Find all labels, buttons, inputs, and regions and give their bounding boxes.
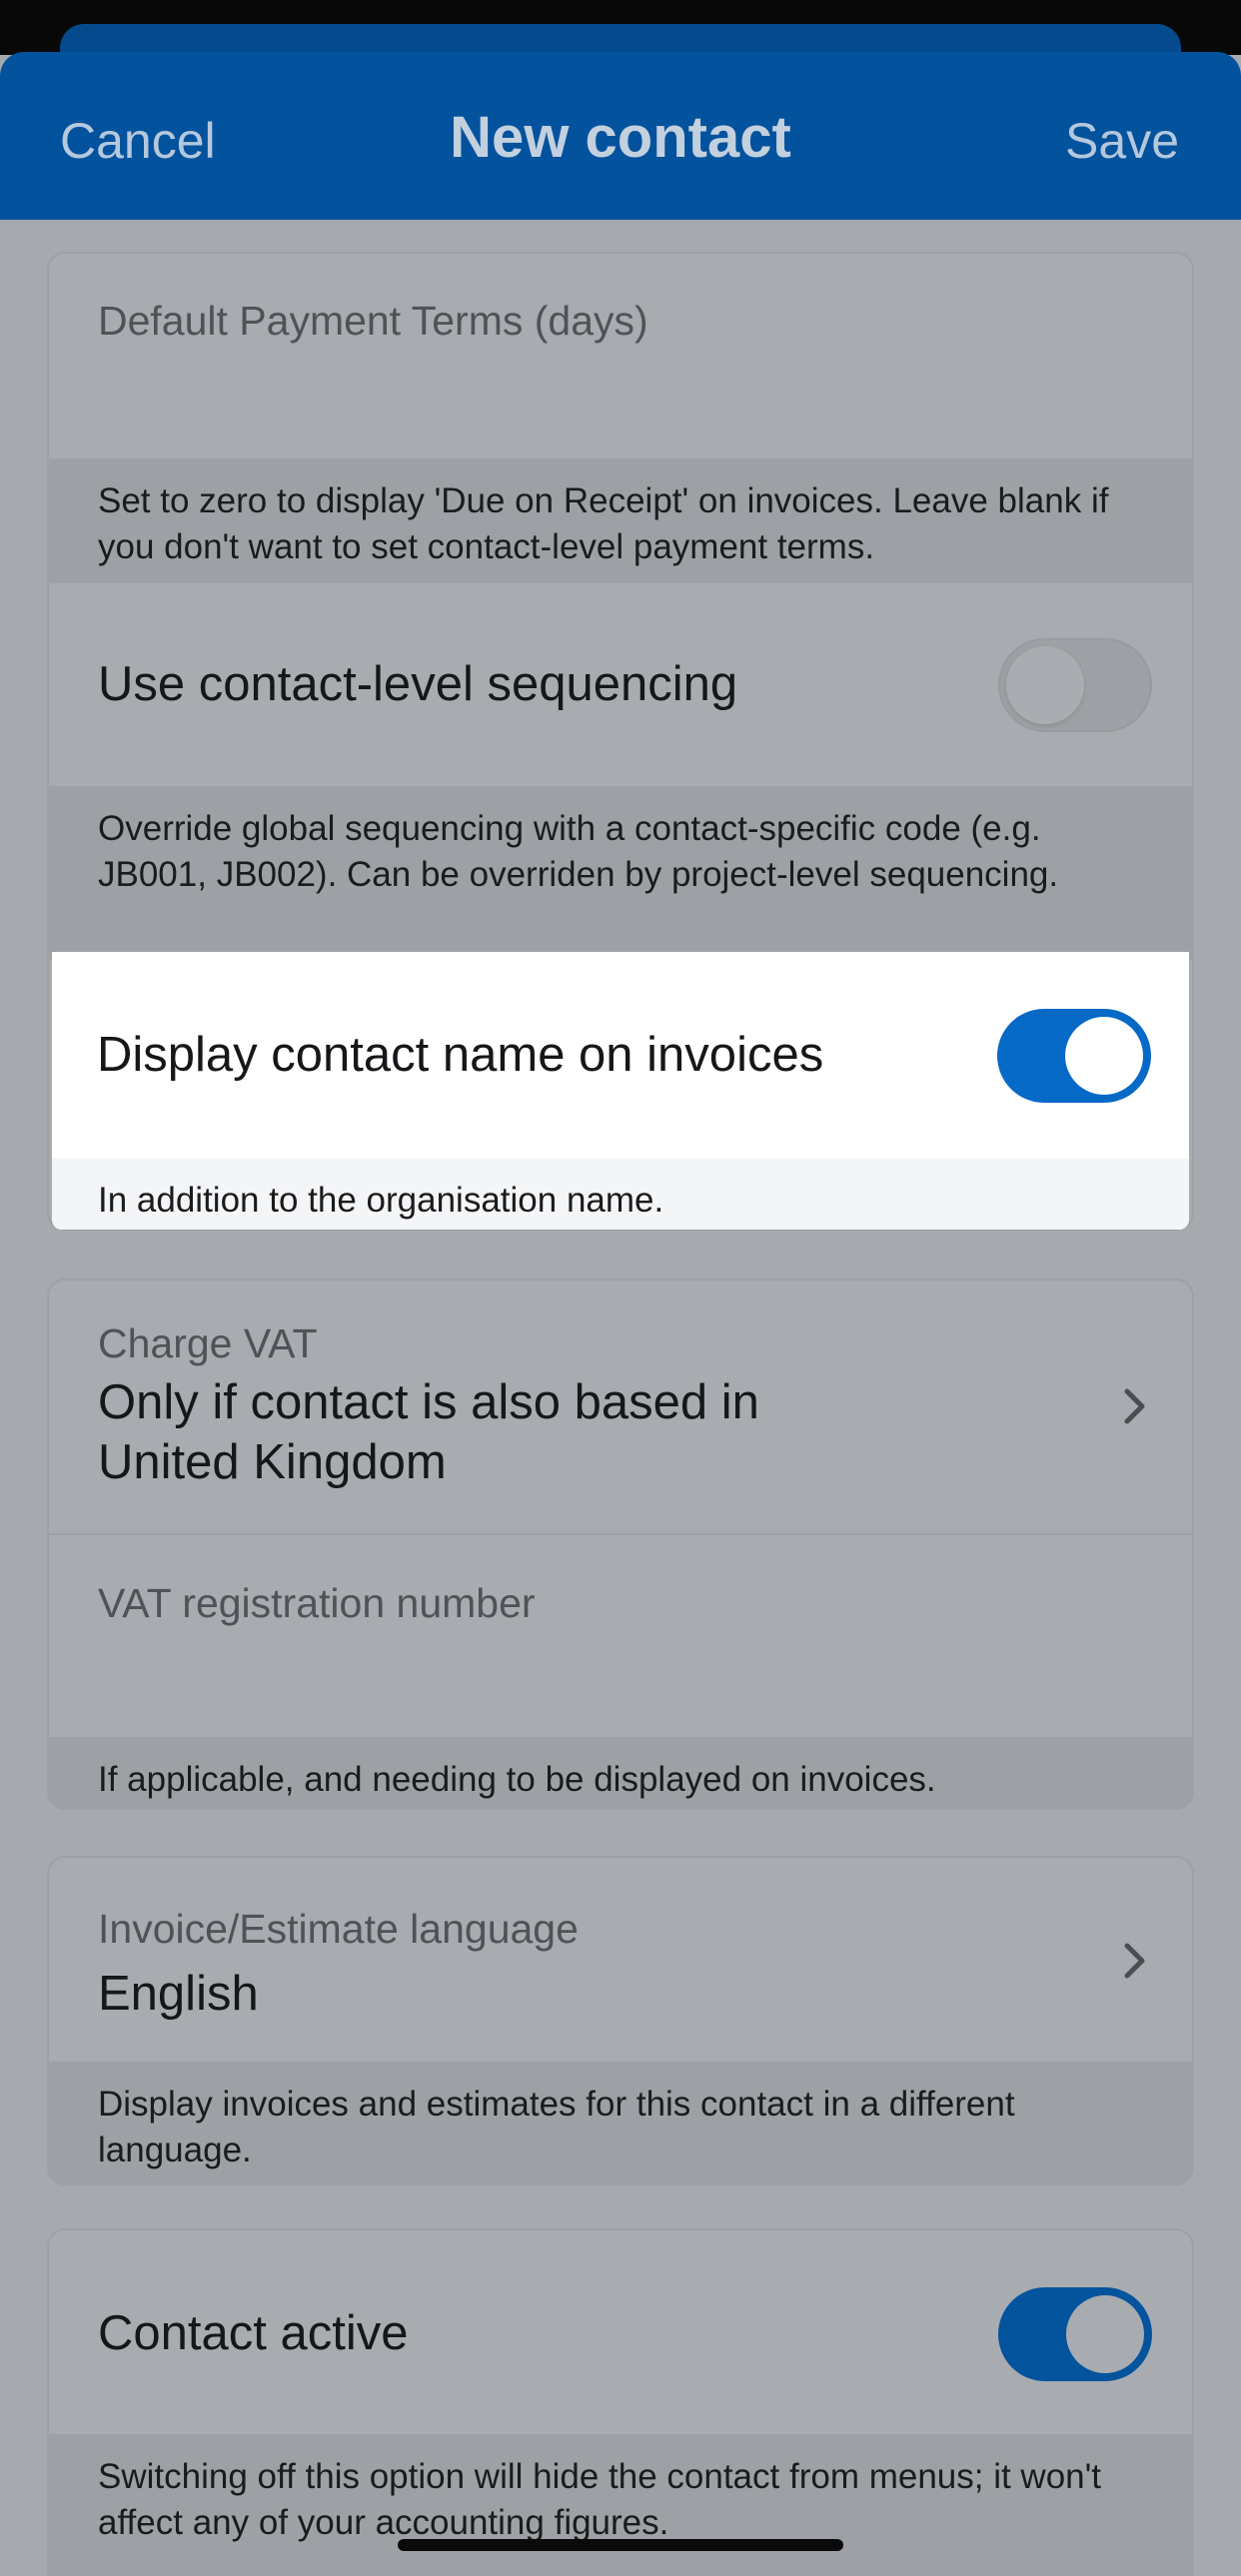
- toggle-knob: [1065, 1017, 1143, 1095]
- sequencing-row: Use contact-level sequencing: [49, 583, 1192, 786]
- contact-active-row: Contact active: [49, 2230, 1192, 2434]
- sequencing-label: Use contact-level sequencing: [98, 657, 738, 711]
- display-name-note: In addition to the organisation name.: [52, 1159, 1189, 1230]
- vat-reg-field[interactable]: VAT registration number: [49, 1535, 1192, 1737]
- language-note: Display invoices and estimates for this …: [49, 2062, 1192, 2183]
- chevron-right-icon: [1124, 1943, 1145, 1979]
- charge-vat-row[interactable]: Charge VAT Only if contact is also based…: [49, 1281, 1192, 1533]
- payment-terms-field[interactable]: Default Payment Terms (days): [49, 254, 1192, 458]
- vat-card: Charge VAT Only if contact is also based…: [47, 1279, 1194, 1810]
- language-label: Invoice/Estimate language: [98, 1906, 579, 1952]
- payment-terms-label: Default Payment Terms (days): [98, 298, 648, 344]
- toggle-knob: [1066, 2295, 1144, 2373]
- contact-active-toggle[interactable]: [998, 2287, 1152, 2381]
- charge-vat-label: Charge VAT: [98, 1320, 318, 1366]
- sequencing-note: Override global sequencing with a contac…: [49, 786, 1192, 961]
- chevron-right-icon: [1124, 1388, 1145, 1424]
- language-card: Invoice/Estimate language English Displa…: [47, 1856, 1194, 2185]
- language-value: English: [98, 1967, 259, 2021]
- toggle-knob: [1006, 646, 1084, 724]
- contact-active-label: Contact active: [98, 2306, 409, 2360]
- save-button[interactable]: Save: [1065, 112, 1179, 170]
- sequencing-toggle[interactable]: [998, 638, 1152, 732]
- language-row[interactable]: Invoice/Estimate language English: [49, 1858, 1192, 2062]
- contact-active-card: Contact active Switching off this option…: [47, 2228, 1194, 2576]
- contact-active-note: Switching off this option will hide the …: [49, 2434, 1192, 2576]
- home-indicator[interactable]: [398, 2539, 843, 2551]
- vat-reg-label: VAT registration number: [98, 1580, 536, 1626]
- payment-terms-note: Set to zero to display 'Due on Receipt' …: [49, 458, 1192, 583]
- vat-note: If applicable, and needing to be display…: [49, 1737, 1192, 1808]
- display-name-row: Display contact name on invoices In addi…: [52, 952, 1189, 1230]
- charge-vat-value: Only if contact is also based in United …: [98, 1375, 759, 1489]
- page-title: New contact: [450, 105, 791, 170]
- display-name-label: Display contact name on invoices: [97, 1028, 824, 1082]
- display-name-toggle[interactable]: [997, 1009, 1151, 1103]
- nav-header: Cancel New contact Save: [0, 52, 1241, 220]
